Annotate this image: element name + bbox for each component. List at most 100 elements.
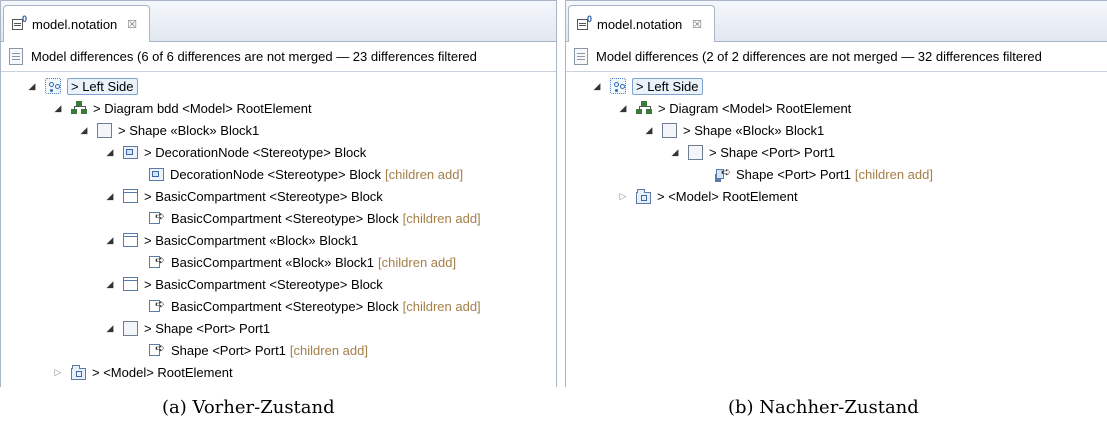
compartment-icon [123,277,138,291]
add-shape-icon [149,341,165,357]
tree-item-label: > DecorationNode <Stereotype> Block [144,144,367,160]
tree-item-label: > Left Side [67,77,138,95]
shape-icon [97,122,112,138]
compartment-icon [123,233,138,247]
change-kind-tag: [children add] [385,166,464,182]
collapse-triangle-icon[interactable]: ◢ [590,79,604,93]
change-kind-tag: [children add] [378,254,457,270]
shape-icon [662,122,677,138]
decoration-node-icon [123,145,138,159]
tree-item-label: > <Model> RootElement [657,188,798,204]
notation-file-icon: 0 [12,14,28,32]
notation-file-icon: 0 [577,14,593,32]
tree-item[interactable]: ◢ > Shape «Block» Block1 [566,119,1107,141]
tree-item[interactable]: ▷ > <Model> RootElement [566,185,1107,207]
tree-item-label: BasicCompartment «Block» Block1 [171,254,375,270]
collapse-triangle-icon[interactable]: ◢ [51,101,65,115]
add-port-shape-icon [714,165,731,181]
change-kind-tag: [children add] [402,210,481,226]
shape-icon [123,320,138,336]
tree-item-label: > BasicCompartment «Block» Block1 [144,232,359,248]
tree-item[interactable]: ◢ > Shape <Port> Port1 [1,317,556,339]
collapse-triangle-icon[interactable]: ◢ [77,123,91,137]
tree-item[interactable]: ◢ > Diagram <Model> RootElement [566,97,1107,119]
collapse-triangle-icon[interactable]: ◢ [103,145,117,159]
expand-triangle-icon[interactable]: ▷ [51,365,65,379]
add-compartment-icon [149,297,165,313]
tree-item-label: > Diagram bdd <Model> RootElement [93,100,312,116]
collapse-triangle-icon[interactable]: ◢ [668,145,682,159]
figure-caption-b: (b) Nachher-Zustand [728,397,919,418]
tree-item[interactable]: Shape <Port> Port1[children add] [566,163,1107,185]
tree-item-label: BasicCompartment <Stereotype> Block [171,210,399,226]
tree-item[interactable]: BasicCompartment «Block» Block1[children… [1,251,556,273]
model-differences-label: Model differences (6 of 6 differences ar… [31,49,477,64]
close-icon[interactable]: ☒ [692,18,702,31]
collapse-triangle-icon[interactable]: ◢ [103,189,117,203]
document-icon [9,48,23,65]
tree-item-label: > Diagram <Model> RootElement [658,100,852,116]
collapse-triangle-icon[interactable]: ◢ [616,101,630,115]
change-kind-tag: [children add] [402,298,481,314]
tree-item[interactable]: ▷ > <Model> RootElement [1,361,556,383]
tree-item-label: BasicCompartment <Stereotype> Block [171,298,399,314]
left-side-icon [610,78,626,94]
add-compartment-icon [149,209,165,225]
model-differences-header: Model differences (2 of 2 differences ar… [566,42,1107,72]
tab-model-notation[interactable]: 0 model.notation ☒ [568,5,716,42]
add-decoration-node-icon [149,167,164,181]
tree-item-label: > BasicCompartment <Stereotype> Block [144,276,383,292]
model-icon [636,188,651,204]
comparison-panel-after: 0 model.notation ☒ Model differences (2 … [565,0,1107,387]
diagram-icon [71,100,87,116]
compartment-icon [123,189,138,203]
model-icon [71,364,86,380]
tree-item-label: > Shape «Block» Block1 [683,122,825,138]
collapse-triangle-icon[interactable]: ◢ [103,233,117,247]
tree-item[interactable]: ◢ > DecorationNode <Stereotype> Block [1,141,556,163]
editor-tab-bar: 0 model.notation ☒ [1,0,556,42]
tab-title: model.notation [597,16,683,32]
tree-item[interactable]: BasicCompartment <Stereotype> Block[chil… [1,207,556,229]
differences-tree: ◢ > Left Side ◢ > Diagram <Model> RootEleme… [566,72,1107,207]
model-differences-label: Model differences (2 of 2 differences ar… [596,49,1042,64]
tree-item[interactable]: DecorationNode <Stereotype> Block [childr… [1,163,556,185]
tree-item[interactable]: ◢ > Left Side [1,75,556,97]
tree-item-label: DecorationNode <Stereotype> Block [170,166,382,182]
tree-item[interactable]: ◢ > BasicCompartment <Stereotype> Block [1,273,556,295]
tree-item[interactable]: ◢ > Diagram bdd <Model> RootElement [1,97,556,119]
tree-item-label: > Shape «Block» Block1 [118,122,260,138]
comparison-panel-before: 0 model.notation ☒ Model differences (6 … [0,0,557,387]
tree-item[interactable]: BasicCompartment <Stereotype> Block[chil… [1,295,556,317]
expand-triangle-icon[interactable]: ▷ [616,189,630,203]
figure-caption-a: (a) Vorher-Zustand [162,397,335,418]
tree-item[interactable]: ◢ > Shape «Block» Block1 [1,119,556,141]
tree-item[interactable]: ◢ > BasicCompartment <Stereotype> Block [1,185,556,207]
change-kind-tag: [children add] [854,166,933,182]
left-side-icon [45,78,61,94]
tab-model-notation[interactable]: 0 model.notation ☒ [3,5,151,42]
diagram-icon [636,100,652,116]
collapse-triangle-icon[interactable]: ◢ [25,79,39,93]
tree-item[interactable]: ◢ > Shape <Port> Port1 [566,141,1107,163]
collapse-triangle-icon[interactable]: ◢ [103,321,117,335]
tree-item-label: > Left Side [632,77,703,95]
tree-item-label: Shape <Port> Port1 [736,166,851,182]
differences-tree: ◢ > Left Side ◢ > Diagram bdd <Model> RootE… [1,72,556,383]
collapse-triangle-icon[interactable]: ◢ [103,277,117,291]
tab-title: model.notation [32,16,118,32]
tree-item[interactable]: ◢ > BasicCompartment «Block» Block1 [1,229,556,251]
tree-item[interactable]: Shape <Port> Port1[children add] [1,339,556,361]
tree-item[interactable]: ◢ > Left Side [566,75,1107,97]
change-kind-tag: [children add] [289,342,368,358]
add-compartment-icon [149,253,165,269]
close-icon[interactable]: ☒ [127,18,137,31]
model-differences-header: Model differences (6 of 6 differences ar… [1,42,556,72]
collapse-triangle-icon[interactable]: ◢ [642,123,656,137]
